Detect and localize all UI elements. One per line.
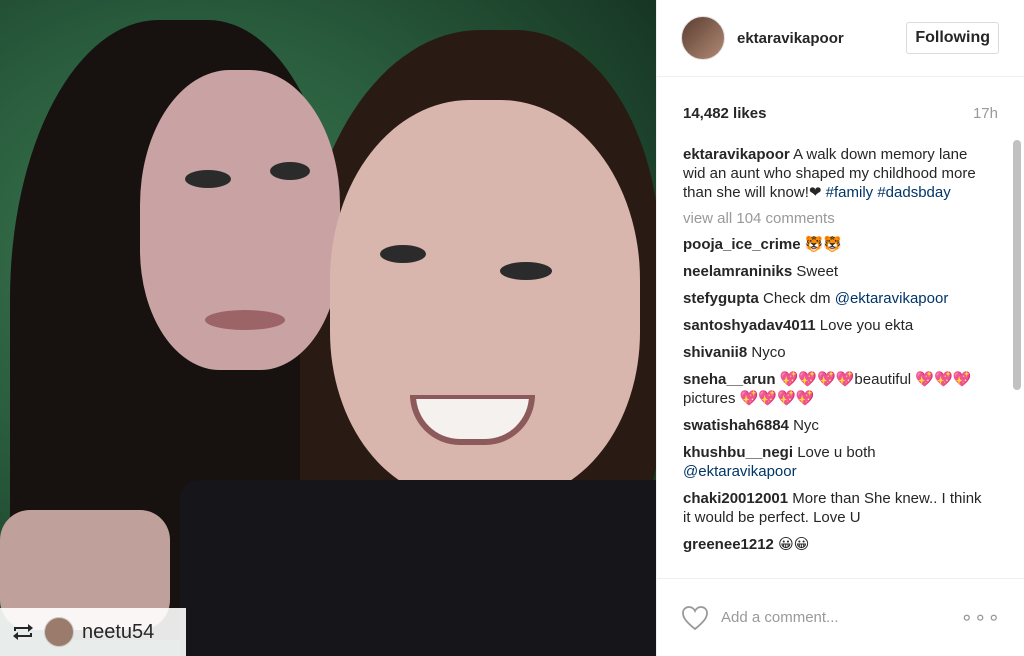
likes-count[interactable]: 14,482 likes [683, 105, 766, 122]
comment-item: chaki20012001 More than She knew.. I thi… [683, 489, 983, 527]
post-time[interactable]: 17h [973, 105, 998, 122]
comment-username[interactable]: neelamraniniks [683, 263, 792, 280]
avatar[interactable] [681, 16, 725, 60]
heart-icon[interactable] [681, 605, 709, 631]
post-stats: 14,482 likes 17h [657, 77, 1024, 122]
repost-icon [10, 621, 36, 643]
comment-username[interactable]: sneha__arun [683, 371, 776, 388]
photo-region [270, 162, 310, 180]
repost-credit[interactable]: neetu54 [0, 608, 186, 656]
comment-text: Nyc [793, 417, 819, 434]
comment-item: shivanii8 Nyco [683, 343, 983, 362]
photo-region [205, 310, 285, 330]
caption-hashtags[interactable]: #family #dadsbday [826, 184, 951, 201]
comment-username[interactable]: stefygupta [683, 290, 759, 307]
more-options-icon[interactable]: ∘∘∘ [960, 605, 1001, 630]
comment-text: Check dm [763, 290, 831, 307]
post-sidebar: ektaravikapoor Following 14,482 likes 17… [656, 0, 1024, 656]
photo-region [500, 262, 552, 280]
comments-list[interactable]: ektaravikapoor A walk down memory lane w… [657, 145, 1007, 578]
comment-username[interactable]: swatishah6884 [683, 417, 789, 434]
view-all-comments-link[interactable]: view all 104 comments [683, 210, 1007, 227]
comment-text: Love you ekta [819, 317, 914, 334]
mention-link[interactable]: @ektaravikapoor [683, 463, 797, 480]
post-header: ektaravikapoor Following [657, 0, 1024, 77]
photo-region [180, 480, 656, 656]
caption: ektaravikapoor A walk down memory lane w… [683, 145, 983, 202]
mention-link[interactable]: @ektaravikapoor [835, 290, 949, 307]
comment-item: sneha__arun 💖💖💖💖beautiful 💖💖💖 pictures 💖… [683, 370, 983, 408]
repost-username[interactable]: neetu54 [82, 621, 154, 644]
comment-text: 😀😀 [778, 536, 810, 553]
post-username[interactable]: ektaravikapoor [737, 30, 906, 47]
comment-item: santoshyadav4011 Love you ekta [683, 316, 983, 335]
avatar[interactable] [44, 617, 74, 647]
comment-item: swatishah6884 Nyc [683, 416, 983, 435]
comment-item: greenee1212 😀😀 [683, 535, 983, 554]
caption-username[interactable]: ektaravikapoor [683, 146, 790, 163]
comment-bar: Add a comment... ∘∘∘ [657, 578, 1024, 656]
comment-text: Sweet [796, 263, 839, 280]
comment-username[interactable]: khushbu__negi [683, 444, 793, 461]
following-button[interactable]: Following [906, 22, 999, 54]
comments-scrollbar[interactable] [1013, 140, 1021, 390]
add-comment-input[interactable]: Add a comment... [721, 609, 960, 626]
comment-item: pooja_ice_crime 🐯🐯 [683, 235, 983, 254]
comment-item: neelamraniniks Sweet [683, 262, 983, 281]
comment-text: Nyco [751, 344, 786, 361]
comment-username[interactable]: pooja_ice_crime [683, 236, 801, 253]
comment-username[interactable]: shivanii8 [683, 344, 747, 361]
comment-text: Love u both [797, 444, 876, 461]
comment-username[interactable]: greenee1212 [683, 536, 774, 553]
comment-username[interactable]: santoshyadav4011 [683, 317, 816, 334]
comment-username[interactable]: chaki20012001 [683, 490, 788, 507]
post-photo[interactable]: neetu54 [0, 0, 656, 656]
comment-text: 🐯🐯 [804, 236, 843, 253]
comment-item: khushbu__negi Love u both @ektaravikapoo… [683, 443, 983, 481]
comment-item: stefygupta Check dm @ektaravikapoor [683, 289, 983, 308]
photo-region [380, 245, 426, 263]
photo-region [185, 170, 231, 188]
